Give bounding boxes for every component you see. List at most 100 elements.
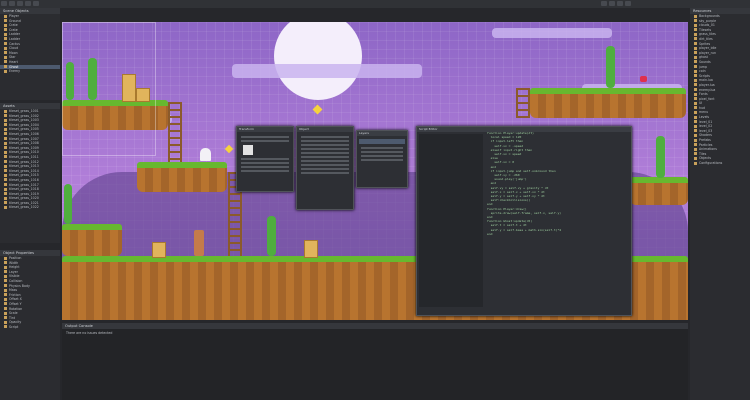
settings-icon[interactable] [625, 1, 632, 6]
resource-item-label: Sounds [699, 59, 711, 64]
item-icon [694, 97, 697, 101]
item-icon [4, 160, 7, 164]
asset-item[interactable]: tileset_grass_1022 [0, 205, 60, 210]
scene-tree-item-label: Ground [9, 18, 21, 23]
properties-list: Position Width Height Layer Visible Collision… [0, 256, 60, 330]
scene-tree-item-label: Player [9, 14, 19, 18]
item-icon [4, 164, 7, 168]
resource-item-label: level_01 [699, 119, 713, 124]
scene-tree-item-label: Cactus [9, 41, 20, 46]
crate[interactable] [152, 242, 166, 258]
script-code[interactable]: function Player:update(dt) local speed =… [487, 131, 627, 309]
redo-icon[interactable] [33, 1, 39, 6]
platform[interactable] [630, 177, 688, 205]
item-icon [4, 28, 7, 32]
cactus[interactable] [656, 136, 665, 178]
scene-tree-item[interactable]: Enemy [0, 69, 60, 74]
resource-item-label: Prefabs [699, 138, 711, 143]
item-icon [694, 133, 697, 137]
save-icon[interactable] [17, 1, 23, 6]
item-icon [694, 19, 697, 23]
item-icon [4, 293, 7, 297]
crate[interactable] [304, 240, 318, 258]
cactus[interactable] [64, 184, 72, 224]
item-icon [4, 261, 7, 265]
script-editor-window[interactable]: Script Editor function Player:update(dt)… [416, 126, 632, 316]
cactus[interactable] [267, 216, 276, 256]
asset-item-label: tileset_grass_1020 [9, 196, 39, 201]
layers-dialog[interactable]: Layers [356, 130, 408, 188]
ladder[interactable] [516, 88, 530, 118]
item-icon [694, 65, 697, 69]
property-row-label: Offset X [9, 297, 22, 302]
item-icon [694, 138, 697, 142]
asset-item-label: tileset_grass_1009 [9, 145, 39, 150]
resource-item-label: Configurations [699, 161, 723, 165]
item-icon [694, 88, 697, 91]
resource-item-label: jump [699, 64, 708, 69]
property-row[interactable]: Script [0, 325, 60, 330]
item-icon [4, 169, 7, 173]
asset-item-label: tileset_grass_1002 [9, 113, 39, 118]
resource-item-label: sky_purple [699, 18, 717, 23]
item-icon [4, 141, 7, 145]
item-icon [4, 127, 7, 131]
platform[interactable] [137, 162, 227, 192]
pause-icon[interactable] [609, 1, 616, 6]
item-icon [694, 78, 697, 82]
item-icon [4, 146, 7, 150]
cactus[interactable] [606, 46, 615, 88]
open-icon[interactable] [9, 1, 15, 6]
property-row-label: Friction [9, 292, 21, 297]
item-icon [4, 118, 7, 122]
property-row-label: Scale [9, 311, 18, 316]
cloud [492, 28, 612, 38]
player-sprite[interactable] [194, 230, 204, 256]
stop-icon[interactable] [617, 1, 624, 6]
asset-item-label: tileset_grass_1012 [9, 159, 39, 164]
item-icon [4, 205, 7, 209]
resource-item-label: Fonts [699, 92, 708, 97]
item-icon [4, 150, 7, 154]
resources-panel: Resources Backgrounds sky_purple clouds_01… [690, 8, 750, 400]
resource-item-label: Scripts [699, 73, 710, 78]
item-icon [4, 14, 7, 18]
platform[interactable] [530, 88, 686, 118]
ladder[interactable] [168, 102, 182, 162]
item-icon [4, 288, 7, 292]
item-icon [4, 109, 7, 113]
resource-item-label: Tiles [699, 151, 707, 156]
console-title: Output Console [62, 323, 688, 329]
asset-item-label: tileset_grass_1018 [9, 187, 39, 192]
item-icon [694, 106, 697, 110]
game-viewport[interactable]: Transform Object Layers Script Editor fu… [62, 22, 688, 320]
item-icon [694, 46, 697, 50]
new-icon[interactable] [1, 1, 7, 6]
item-icon [694, 14, 697, 18]
scene-tree-item-label: Crate [9, 23, 18, 28]
item-icon [4, 173, 7, 177]
asset-item-label: tileset_grass_1008 [9, 141, 39, 146]
console-panel: Output Console There are no issues detec… [62, 323, 688, 400]
property-row-label: Height [9, 265, 20, 270]
transform-dialog[interactable]: Transform [236, 126, 294, 192]
property-row-label: Offset Y [9, 301, 22, 306]
resource-item[interactable]: Configurations [690, 161, 750, 166]
property-row-label: Tint [9, 315, 16, 320]
object-properties-dialog[interactable]: Object [296, 126, 354, 210]
asset-list: tileset_grass_1001 tileset_grass_1002 tile… [0, 109, 60, 210]
item-icon [4, 19, 7, 23]
resource-item-label: Tilesets [699, 27, 712, 32]
undo-icon[interactable] [25, 1, 31, 6]
scene-tree-item-label: Enemy [9, 69, 20, 74]
item-icon [694, 156, 697, 160]
heart-pickup[interactable] [640, 76, 647, 82]
item-icon [4, 270, 7, 274]
resource-item-label: hud [699, 105, 706, 110]
item-icon [694, 83, 697, 87]
ghost-sprite[interactable] [200, 148, 211, 161]
platform[interactable] [62, 224, 122, 256]
top-toolbar [0, 0, 750, 8]
item-icon [4, 302, 7, 306]
play-icon[interactable] [601, 1, 608, 6]
